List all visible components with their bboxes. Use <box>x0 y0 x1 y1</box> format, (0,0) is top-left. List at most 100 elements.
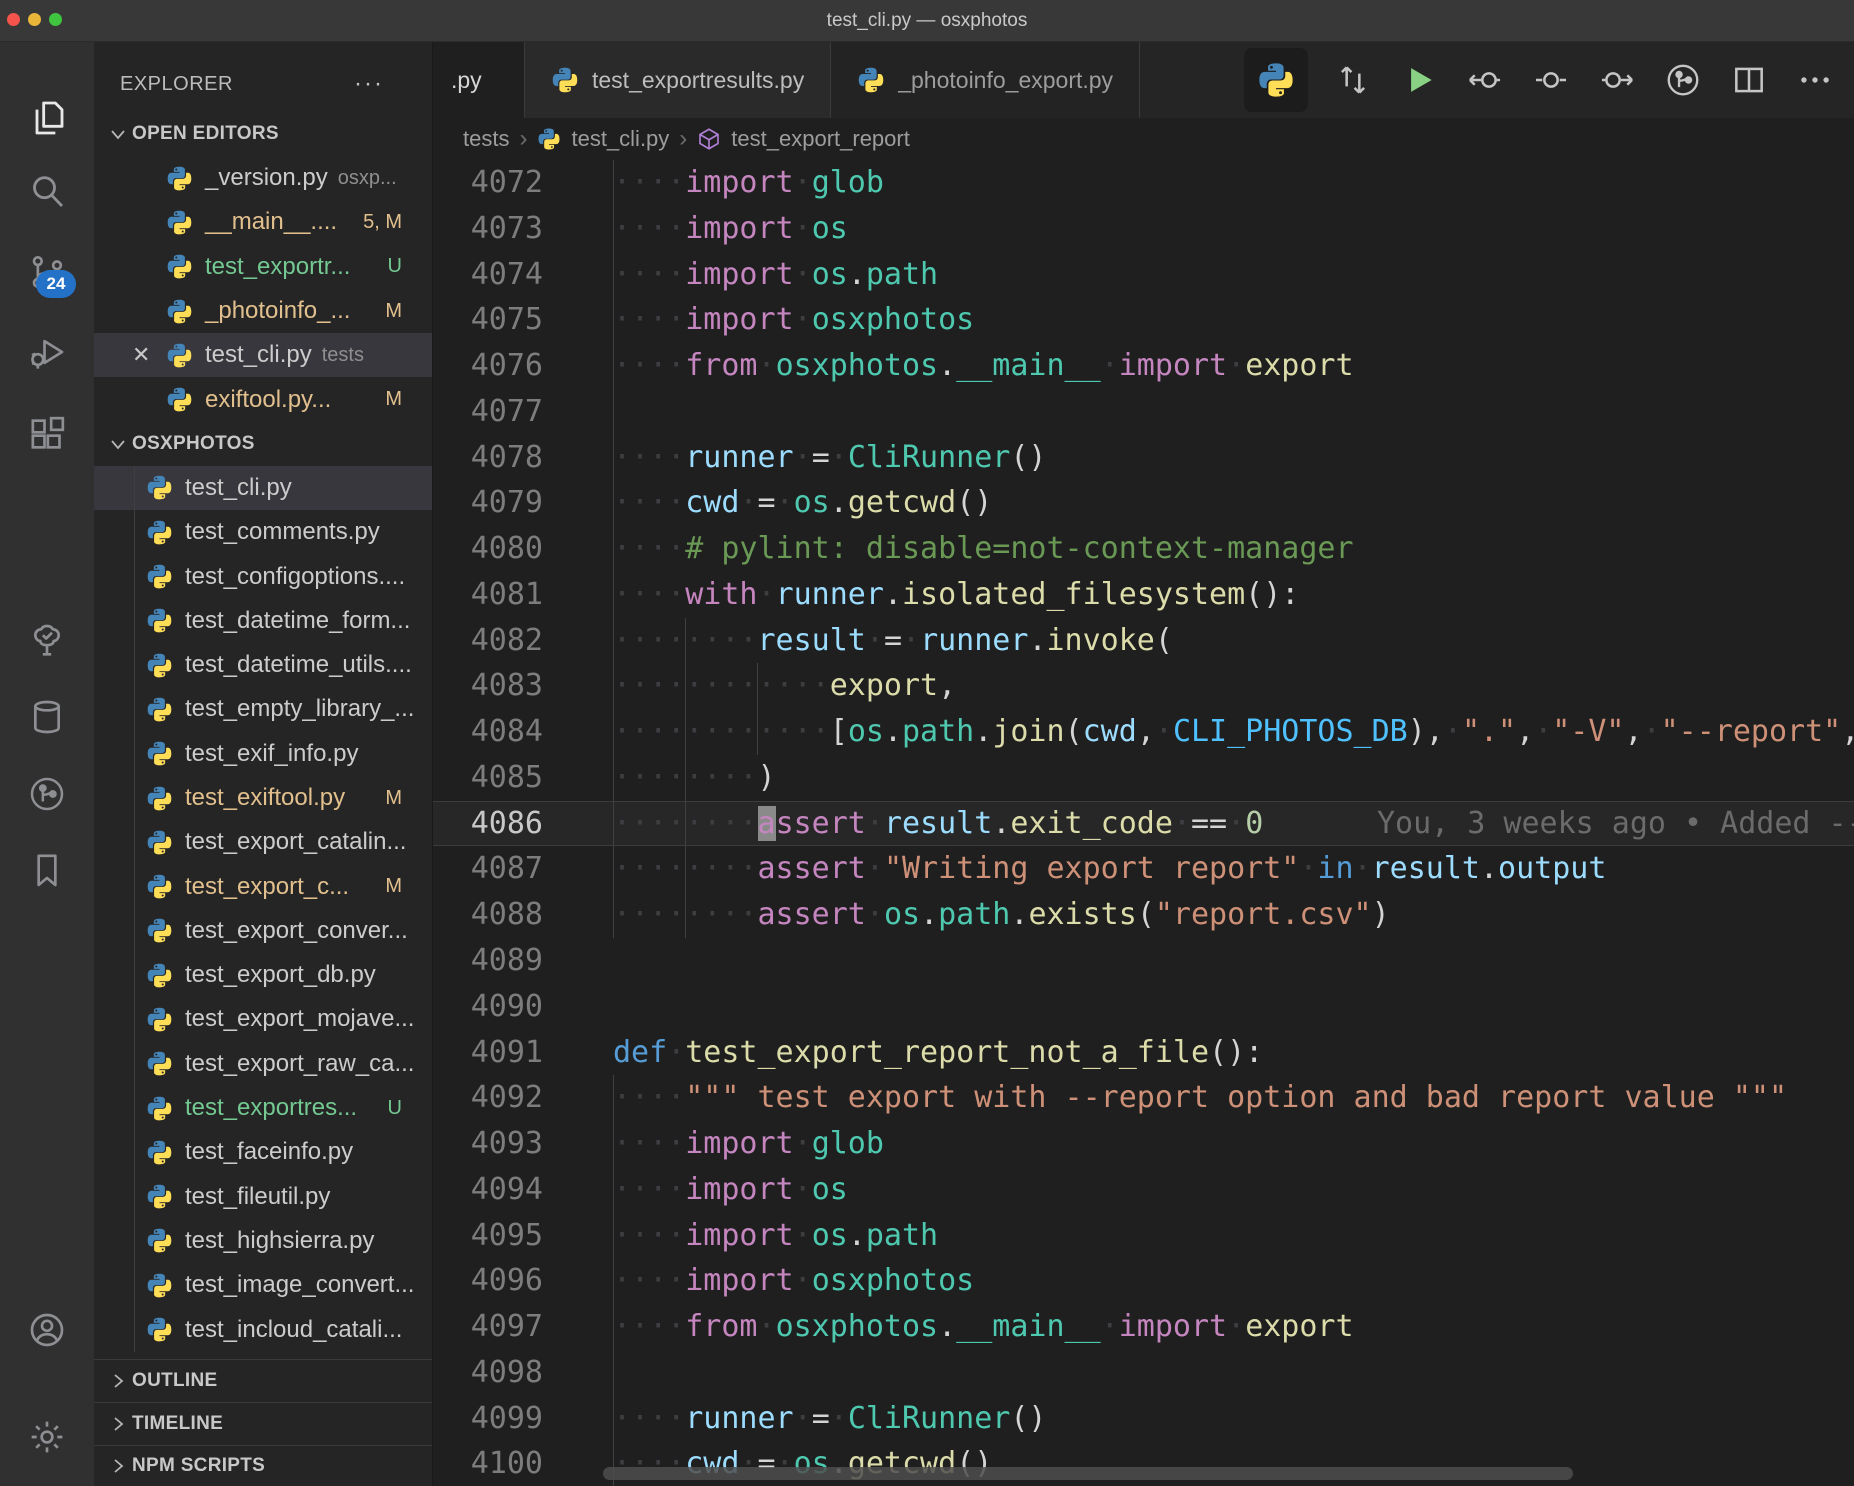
line-number: 4090 <box>433 984 543 1030</box>
file-row[interactable]: test_image_convert... <box>94 1263 432 1307</box>
code-line[interactable]: 4076····from·osxphotos.__main__·import·e… <box>433 343 1854 389</box>
file-row[interactable]: test_exif_info.py <box>94 732 432 776</box>
gitlens-icon[interactable] <box>27 774 67 814</box>
file-row[interactable]: test_datetime_utils.... <box>94 643 432 687</box>
run-file-icon[interactable] <box>1398 59 1440 101</box>
file-label: test_export_mojave... <box>185 1005 414 1033</box>
file-row[interactable]: test_export_c...M <box>94 864 432 908</box>
code-editor[interactable]: 4072····import·glob4073····import·os4074… <box>433 160 1854 1486</box>
open-editor-row[interactable]: _version.pyosxp... <box>94 156 432 200</box>
line-number: 4092 <box>433 1075 543 1121</box>
file-row[interactable]: test_configoptions.... <box>94 554 432 598</box>
settings-gear-icon[interactable] <box>27 1417 67 1457</box>
close-window-button[interactable] <box>7 13 20 26</box>
open-editors-header[interactable]: OPEN EDITORS <box>94 112 432 156</box>
file-row[interactable]: test_export_mojave... <box>94 997 432 1041</box>
code-line[interactable]: 4083············export, <box>433 663 1854 709</box>
line-number: 4097 <box>433 1304 543 1350</box>
code-line[interactable]: 4097····from·osxphotos.__main__·import·e… <box>433 1304 1854 1350</box>
more-actions-icon[interactable] <box>1794 59 1836 101</box>
open-editor-row[interactable]: test_exportr...U <box>94 245 432 289</box>
code-line[interactable]: 4098 <box>433 1350 1854 1396</box>
search-icon[interactable] <box>27 171 67 211</box>
file-row[interactable]: test_highsierra.py <box>94 1219 432 1263</box>
tab-test-cli[interactable]: .py <box>433 42 525 118</box>
file-row[interactable]: test_comments.py <box>94 510 432 554</box>
code-line[interactable]: 4092 ····""" test export with --report op… <box>433 1075 1854 1121</box>
code-line[interactable]: 4074····import·os.path <box>433 252 1854 298</box>
code-line[interactable]: 4090 <box>433 984 1854 1030</box>
code-line[interactable]: 4079····cwd·=·os.getcwd() <box>433 480 1854 526</box>
open-editor-row[interactable]: __main__....5, M <box>94 200 432 244</box>
code-line[interactable]: 4096····import·osxphotos <box>433 1258 1854 1304</box>
file-row[interactable]: test_faceinfo.py <box>94 1130 432 1174</box>
breadcrumb-file[interactable]: test_cli.py <box>571 126 669 152</box>
breadcrumb: tests › test_cli.py › test_export_report <box>433 118 1854 160</box>
gitlens-graph-icon[interactable] <box>1662 59 1704 101</box>
breadcrumb-symbol[interactable]: test_export_report <box>731 126 910 152</box>
line-number: 4099 <box>433 1396 543 1442</box>
project-section-header[interactable]: OSXPHOTOS <box>94 422 432 466</box>
code-line[interactable]: 4080····# pylint: disable=not-context-ma… <box>433 526 1854 572</box>
current-change-icon[interactable] <box>1530 59 1572 101</box>
file-row[interactable]: test_cli.py <box>94 466 432 510</box>
code-line[interactable]: 4087········assert·"Writing export repor… <box>433 846 1854 892</box>
file-row[interactable]: test_incloud_catali... <box>94 1307 432 1351</box>
code-line[interactable]: 4077 <box>433 389 1854 435</box>
code-text: ····""" test export with --report option… <box>613 1075 1787 1121</box>
code-line[interactable]: 4089 <box>433 938 1854 984</box>
file-row[interactable]: test_export_conver... <box>94 909 432 953</box>
horizontal-scrollbar[interactable] <box>603 1467 1573 1480</box>
explorer-icon[interactable] <box>27 98 67 138</box>
python-file-icon <box>166 386 193 413</box>
code-line[interactable]: 4075····import·osxphotos <box>433 297 1854 343</box>
test-explorer-icon[interactable] <box>27 621 67 661</box>
file-row[interactable]: test_empty_library_... <box>94 687 432 731</box>
npm-scripts-section-header[interactable]: NPM SCRIPTS <box>94 1445 432 1486</box>
next-change-icon[interactable] <box>1596 59 1638 101</box>
run-debug-icon[interactable] <box>27 332 67 372</box>
git-status-badge: 5, M <box>363 211 402 234</box>
code-line[interactable]: 4078····runner·=·CliRunner() <box>433 435 1854 481</box>
code-line[interactable]: 4091def·test_export_report_not_a_file(): <box>433 1030 1854 1076</box>
file-row[interactable]: test_fileutil.py <box>94 1175 432 1219</box>
prev-change-icon[interactable] <box>1464 59 1506 101</box>
bookmarks-icon[interactable] <box>27 850 67 890</box>
database-icon[interactable] <box>27 697 67 737</box>
code-line[interactable]: 4095····import·os.path <box>433 1213 1854 1259</box>
file-row[interactable]: test_export_catalin... <box>94 820 432 864</box>
python-interpreter-button[interactable] <box>1244 48 1308 112</box>
code-line[interactable]: 4094····import·os <box>433 1167 1854 1213</box>
open-editor-row[interactable]: exiftool.py...M <box>94 377 432 421</box>
account-icon[interactable] <box>27 1310 67 1350</box>
open-editor-row[interactable]: _photoinfo_...M <box>94 289 432 333</box>
sidebar-more-actions-icon[interactable]: ··· <box>354 70 384 98</box>
code-line[interactable]: 4084············[os.path.join(cwd,·CLI_P… <box>433 709 1854 755</box>
code-line[interactable]: 4081····with·runner.isolated_filesystem(… <box>433 572 1854 618</box>
code-line[interactable]: 4082········result·=·runner.invoke( <box>433 618 1854 664</box>
tab-photoinfo-export[interactable]: _photoinfo_export.py <box>831 42 1140 118</box>
file-row[interactable]: test_exiftool.pyM <box>94 776 432 820</box>
file-row[interactable]: test_exportres...U <box>94 1086 432 1130</box>
code-line[interactable]: 4099····runner·=·CliRunner() <box>433 1396 1854 1442</box>
code-line[interactable]: 4086········assert·result.exit_code·==·0… <box>433 801 1854 847</box>
open-editor-row[interactable]: ✕test_cli.pytests <box>94 333 432 377</box>
code-line[interactable]: 4088········assert·os.path.exists("repor… <box>433 892 1854 938</box>
outline-section-header[interactable]: OUTLINE <box>94 1359 432 1402</box>
code-line[interactable]: 4073····import·os <box>433 206 1854 252</box>
file-row[interactable]: test_export_raw_ca... <box>94 1042 432 1086</box>
close-icon[interactable]: ✕ <box>132 342 166 368</box>
code-line[interactable]: 4093····import·glob <box>433 1121 1854 1167</box>
extensions-icon[interactable] <box>27 414 67 454</box>
file-row[interactable]: test_datetime_form... <box>94 599 432 643</box>
code-line[interactable]: 4085········) <box>433 755 1854 801</box>
breadcrumb-folder[interactable]: tests <box>463 126 509 152</box>
tab-test-exportresults[interactable]: test_exportresults.py <box>525 42 831 118</box>
split-editor-icon[interactable] <box>1728 59 1770 101</box>
minimize-window-button[interactable] <box>28 13 41 26</box>
compare-changes-icon[interactable] <box>1332 59 1374 101</box>
file-row[interactable]: test_export_db.py <box>94 953 432 997</box>
zoom-window-button[interactable] <box>49 13 62 26</box>
timeline-section-header[interactable]: TIMELINE <box>94 1402 432 1445</box>
code-line[interactable]: 4072····import·glob <box>433 160 1854 206</box>
